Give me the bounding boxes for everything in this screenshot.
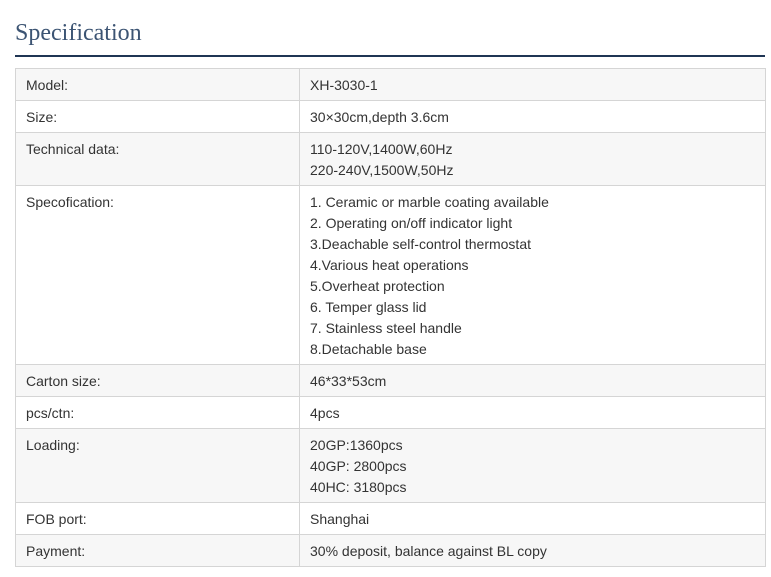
spec-value-line: 20GP:1360pcs: [310, 437, 403, 453]
spec-label: Technical data:: [15, 132, 300, 186]
spec-value-line: 46*33*53cm: [310, 373, 387, 389]
spec-row-specofication: Specofication: 1. Ceramic or marble coat…: [15, 185, 766, 365]
spec-value-line: XH-3030-1: [310, 77, 378, 93]
spec-label: Model:: [15, 68, 300, 101]
spec-value: 110-120V,1400W,60Hz 220-240V,1500W,50Hz: [299, 132, 766, 186]
feature-item: 8.Detachable base: [310, 341, 427, 357]
spec-row-model: Model: XH-3030-1: [15, 68, 766, 101]
feature-item: 1. Ceramic or marble coating available: [310, 194, 549, 210]
spec-row-size: Size: 30×30cm,depth 3.6cm: [15, 100, 766, 133]
spec-value-line: Shanghai: [310, 511, 370, 527]
feature-item: 3.Deachable self-control thermostat: [310, 236, 531, 252]
spec-value: 30×30cm,depth 3.6cm: [299, 100, 766, 133]
spec-row-loading: Loading: 20GP:1360pcs 40GP: 2800pcs 40HC…: [15, 428, 766, 503]
feature-item: 7. Stainless steel handle: [310, 320, 462, 336]
spec-label: Size:: [15, 100, 300, 133]
title-divider: [15, 55, 765, 57]
spec-label: Specofication:: [15, 185, 300, 365]
spec-value-line: 4pcs: [310, 405, 340, 421]
spec-value-line: 220-240V,1500W,50Hz: [310, 162, 454, 178]
spec-row-pcs-ctn: pcs/ctn: 4pcs: [15, 396, 766, 429]
spec-value-line: 40GP: 2800pcs: [310, 458, 407, 474]
feature-item: 4.Various heat operations: [310, 257, 469, 273]
feature-item: 2. Operating on/off indicator light: [310, 215, 513, 231]
spec-value: 4pcs: [299, 396, 766, 429]
spec-value: XH-3030-1: [299, 68, 766, 101]
page-title: Specification: [15, 20, 142, 46]
feature-item: 5.Overheat protection: [310, 278, 445, 294]
spec-label: Loading:: [15, 428, 300, 503]
spec-value-line: 110-120V,1400W,60Hz: [310, 141, 453, 157]
spec-row-payment: Payment: 30% deposit, balance against BL…: [15, 534, 766, 567]
specification-table: Model: XH-3030-1 Size: 30×30cm,depth 3.6…: [15, 68, 766, 567]
spec-value-line: 30% deposit, balance against BL copy: [310, 543, 547, 559]
spec-value: 46*33*53cm: [299, 364, 766, 397]
spec-value-line: 30×30cm,depth 3.6cm: [310, 109, 449, 125]
spec-row-fob-port: FOB port: Shanghai: [15, 502, 766, 535]
spec-label: pcs/ctn:: [15, 396, 300, 429]
spec-row-carton-size: Carton size: 46*33*53cm: [15, 364, 766, 397]
spec-value: Shanghai: [299, 502, 766, 535]
spec-value-line: 40HC: 3180pcs: [310, 479, 407, 495]
spec-value: 20GP:1360pcs 40GP: 2800pcs 40HC: 3180pcs: [299, 428, 766, 503]
feature-item: 6. Temper glass lid: [310, 299, 427, 315]
spec-label: Payment:: [15, 534, 300, 567]
spec-value: 30% deposit, balance against BL copy: [299, 534, 766, 567]
spec-row-technical-data: Technical data: 110-120V,1400W,60Hz 220-…: [15, 132, 766, 186]
spec-label: Carton size:: [15, 364, 300, 397]
spec-label: FOB port:: [15, 502, 300, 535]
spec-value: 1. Ceramic or marble coating available 2…: [299, 185, 766, 365]
